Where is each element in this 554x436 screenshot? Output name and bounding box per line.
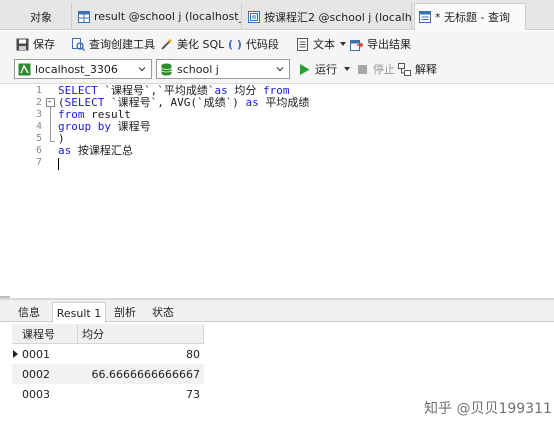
tab-view-label: 按课程汇2 @school j (localh... [264, 10, 412, 24]
beautify-sql-button[interactable]: 美化 SQL [160, 35, 224, 53]
query-builder-button[interactable]: 查询创建工具 [72, 35, 155, 53]
save-button[interactable]: 保存 [16, 35, 55, 53]
result-tab-bar: 信息 Result 1 剖析 状态 [0, 300, 554, 323]
minus-icon [48, 101, 52, 103]
export-results-button[interactable]: 导出结果 [350, 35, 411, 53]
tab-result-label: result @school j (localhost_... [94, 10, 242, 23]
table-cell[interactable]: 0002 [12, 364, 78, 384]
stop-label: 停止 [373, 63, 395, 76]
database-icon [161, 63, 172, 75]
snippet-label: 代码段 [245, 38, 279, 51]
tab-objects[interactable]: 对象 [8, 3, 72, 30]
table-cell[interactable]: 66.6666666666667 [78, 364, 204, 384]
code-line: as 按课程汇总 [58, 145, 133, 157]
query-builder-icon [72, 37, 85, 51]
chevron-down-icon [138, 67, 146, 72]
explain-label: 解释 [415, 63, 437, 76]
column-header[interactable]: 课程号 [12, 324, 78, 344]
fold-guide-end [50, 141, 55, 142]
braces-icon: ( ) [228, 37, 242, 51]
line-number: 1 [35, 85, 42, 96]
line-number: 6 [35, 145, 42, 156]
line-number: 4 [35, 121, 42, 132]
sql-editor[interactable]: 1 2 3 4 5 6 7 SELECT `课程号`,`平均成绩`as 均分 f… [0, 84, 554, 312]
connection-value: localhost_3306 [35, 62, 118, 76]
query-builder-label: 查询创建工具 [89, 38, 155, 51]
tab-objects-label: 对象 [30, 10, 52, 24]
column-header[interactable]: 均分 [78, 324, 204, 344]
text-mode-button[interactable]: 文本 [296, 35, 347, 53]
watermark: 知乎 @贝贝199311 [424, 401, 552, 417]
tab-status[interactable]: 状态 [146, 302, 180, 322]
explain-icon [398, 62, 411, 76]
table-cell[interactable]: 80 [78, 344, 204, 364]
export-label: 导出结果 [367, 38, 411, 51]
caret-down-icon [344, 67, 350, 71]
line-number: 2 [35, 97, 42, 108]
save-label: 保存 [33, 38, 55, 51]
line-number: 5 [35, 133, 42, 144]
tab-untitled-query[interactable]: * 无标题 - 查询 [414, 3, 526, 30]
line-number: 7 [35, 157, 42, 168]
connection-select[interactable]: localhost_3306 [14, 59, 152, 79]
code-snippet-button[interactable]: ( ) 代码段 [228, 35, 279, 53]
beautify-label: 美化 SQL [177, 38, 225, 51]
table-row[interactable]: 0001 80 [12, 344, 204, 364]
text-caret [58, 158, 59, 170]
document-icon [297, 37, 308, 51]
sql-text: 课程号 [117, 120, 151, 133]
grid-header-row: 课程号 均分 [12, 324, 204, 344]
editor-toolbar: 保存 查询创建工具 美化 SQL ( ) 代码段 文本 导出结果 [0, 31, 554, 56]
database-select[interactable]: school j [156, 59, 290, 79]
sql-keyword: group by [58, 120, 118, 133]
tab-info[interactable]: 信息 [12, 302, 46, 322]
fold-guide [50, 107, 51, 141]
table-cell[interactable]: 73 [78, 384, 204, 404]
sql-keyword: as [245, 96, 266, 109]
table-icon [78, 10, 90, 23]
export-icon [350, 39, 363, 51]
line-number-gutter: 1 2 3 4 5 6 7 [0, 84, 45, 298]
table-cell[interactable]: 0003 [12, 384, 78, 404]
stop-icon [358, 64, 367, 74]
tab-result-table[interactable]: result @school j (localhost_... [74, 3, 242, 30]
play-icon [300, 63, 310, 75]
sql-keyword: as [58, 144, 78, 157]
caret-down-icon [340, 42, 346, 46]
tab-view-course-summary[interactable]: 按课程汇2 @school j (localh... [244, 3, 412, 30]
database-value: school j [177, 62, 219, 76]
run-label: 运行 [315, 63, 337, 76]
sql-text: `课程号`, AVG(`成绩`) [110, 96, 246, 109]
text-label: 文本 [313, 38, 335, 51]
connection-toolbar: localhost_3306 school j 运行 停止 解释 [0, 56, 554, 84]
explain-button[interactable]: 解释 [398, 60, 437, 78]
stop-button[interactable]: 停止 [356, 60, 395, 78]
query-icon [419, 11, 431, 23]
view-icon [248, 10, 260, 23]
document-tab-bar: 对象 result @school j (localhost_... 按课程汇2… [0, 0, 554, 30]
run-button[interactable]: 运行 [298, 60, 351, 78]
sql-text: 平均成绩 [265, 96, 310, 109]
sql-text: 按课程汇总 [77, 144, 133, 157]
tab-untitled-label: * 无标题 - 查询 [435, 11, 510, 24]
connection-icon [18, 63, 31, 75]
table-row[interactable]: 0002 66.6666666666667 [12, 364, 204, 384]
line-number: 3 [35, 109, 42, 120]
code-line: group by 课程号 [58, 121, 151, 133]
fold-toggle[interactable] [46, 98, 55, 107]
save-icon [16, 38, 29, 50]
magic-wand-icon [161, 38, 173, 50]
tab-result-1[interactable]: Result 1 [52, 302, 106, 323]
table-cell[interactable]: 0001 [12, 344, 78, 364]
tab-profile[interactable]: 剖析 [108, 302, 142, 322]
table-row[interactable]: 0003 73 [12, 384, 204, 404]
chevron-down-icon [276, 67, 284, 72]
